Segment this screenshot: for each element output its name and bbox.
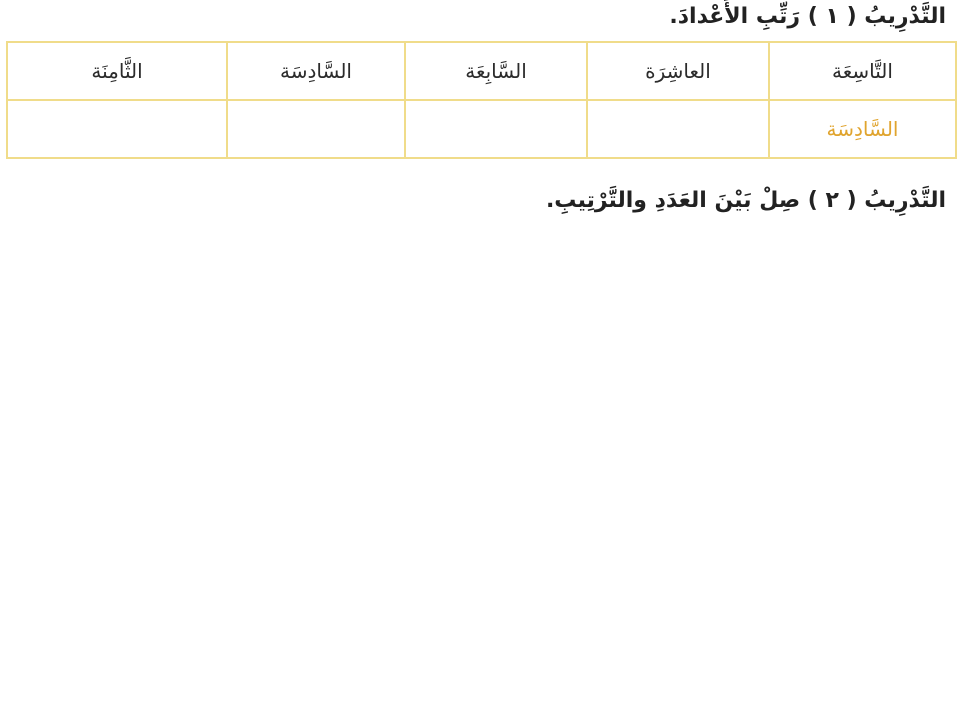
answer-cell[interactable]	[404, 99, 588, 159]
table-cell: السَّادِسَة	[226, 41, 406, 101]
exercise-1-heading: التَّدْرِيبُ ( ١ ) رَتِّبِ الأَعْدادَ.	[669, 4, 946, 29]
answer-cell[interactable]	[226, 99, 406, 159]
exercise-2-heading: التَّدْرِيبُ ( ٢ ) صِلْ بَيْنَ العَدَدِ …	[545, 188, 946, 213]
table-row: التَّاسِعَة العاشِرَة السَّابِعَة السَّا…	[6, 41, 957, 101]
table-row: السَّادِسَة	[6, 99, 957, 159]
ordinal-table: التَّاسِعَة العاشِرَة السَّابِعَة السَّا…	[6, 41, 957, 159]
table-cell: التَّاسِعَة	[768, 41, 957, 101]
table-cell: السَّابِعَة	[404, 41, 588, 101]
answer-cell[interactable]: السَّادِسَة	[768, 99, 957, 159]
answer-cell[interactable]	[6, 99, 228, 159]
answer-cell[interactable]	[586, 99, 770, 159]
table-cell: الثَّامِنَة	[6, 41, 228, 101]
table-cell: العاشِرَة	[586, 41, 770, 101]
